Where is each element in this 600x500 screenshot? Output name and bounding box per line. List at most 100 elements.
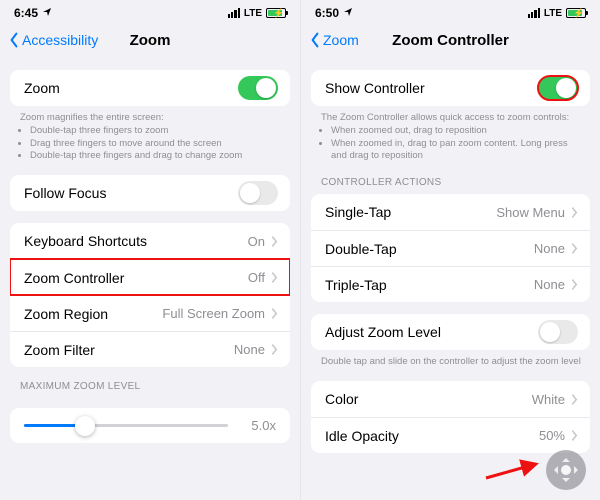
show-controller-toggle[interactable] (538, 76, 578, 100)
note-item: Double-tap three fingers to zoom (30, 125, 282, 138)
back-label: Zoom (323, 32, 359, 48)
group-zoom-toggle: Zoom (10, 70, 290, 106)
group-adjust-zoom: Adjust Zoom Level (311, 314, 590, 350)
status-bar: 6:50 LTE ⚡ (301, 0, 600, 22)
controller-note: The Zoom Controller allows quick access … (301, 106, 600, 163)
back-button[interactable]: Accessibility (8, 32, 98, 48)
row-single-tap[interactable]: Single-Tap Show Menu (311, 194, 590, 230)
row-label: Show Controller (325, 80, 538, 96)
note-title: The Zoom Controller allows quick access … (321, 112, 582, 125)
group-actions: Single-Tap Show Menu Double-Tap None Tri… (311, 194, 590, 302)
chevron-right-icon (571, 394, 578, 405)
row-label: Double-Tap (325, 241, 534, 257)
row-idle-opacity[interactable]: Idle Opacity 50% (311, 417, 590, 453)
row-double-tap[interactable]: Double-Tap None (311, 230, 590, 266)
signal-icon (528, 8, 540, 18)
phone-right: 6:50 LTE ⚡ Zoom Zoom Controller Show Con… (300, 0, 600, 500)
adjust-zoom-toggle[interactable] (538, 320, 578, 344)
row-label: Color (325, 391, 532, 407)
note-item: When zoomed out, drag to reposition (331, 125, 582, 138)
row-show-controller[interactable]: Show Controller (311, 70, 590, 106)
chevron-right-icon (571, 243, 578, 254)
group-show-controller: Show Controller (311, 70, 590, 106)
row-value: White (532, 392, 565, 407)
triangle-right-icon (574, 466, 582, 474)
row-label: Follow Focus (24, 185, 238, 201)
chevron-right-icon (271, 236, 278, 247)
network-label: LTE (244, 8, 262, 19)
status-time: 6:45 (14, 6, 38, 20)
location-icon (42, 7, 52, 20)
row-value: Show Menu (496, 205, 565, 220)
triangle-up-icon (562, 454, 570, 462)
chevron-right-icon (271, 344, 278, 355)
row-value: Off (248, 270, 265, 285)
triangle-left-icon (550, 466, 558, 474)
group-options: Keyboard Shortcuts On Zoom Controller Of… (10, 223, 290, 367)
note-title: Zoom magnifies the entire screen: (20, 112, 282, 125)
row-follow-focus[interactable]: Follow Focus (10, 175, 290, 211)
section-header-actions: CONTROLLER ACTIONS (301, 163, 600, 192)
network-label: LTE (544, 8, 562, 19)
row-label: Zoom (24, 80, 238, 96)
group-appearance: Color White Idle Opacity 50% (311, 381, 590, 453)
location-icon (343, 7, 353, 20)
chevron-right-icon (571, 279, 578, 290)
row-value: 50% (539, 428, 565, 443)
row-label: Idle Opacity (325, 428, 539, 444)
row-label: Adjust Zoom Level (325, 324, 538, 340)
slider-track[interactable] (24, 424, 228, 427)
row-keyboard-shortcuts[interactable]: Keyboard Shortcuts On (10, 223, 290, 259)
back-button[interactable]: Zoom (309, 32, 359, 48)
section-header-max-zoom: MAXIMUM ZOOM LEVEL (0, 367, 300, 396)
follow-focus-toggle[interactable] (238, 181, 278, 205)
zoom-note: Zoom magnifies the entire screen: Double… (0, 106, 300, 163)
back-label: Accessibility (22, 32, 98, 48)
controller-center-icon (561, 465, 571, 475)
note-item: When zoomed in, drag to pan zoom content… (331, 138, 582, 164)
row-label: Keyboard Shortcuts (24, 233, 248, 249)
row-triple-tap[interactable]: Triple-Tap None (311, 266, 590, 302)
row-value: None (534, 241, 565, 256)
status-time: 6:50 (315, 6, 339, 20)
chevron-right-icon (271, 272, 278, 283)
chevron-left-icon (8, 32, 20, 48)
triangle-down-icon (562, 478, 570, 486)
slider-value: 5.0x (238, 418, 276, 433)
row-zoom-region[interactable]: Zoom Region Full Screen Zoom (10, 295, 290, 331)
group-slider: 5.0x (10, 408, 290, 443)
battery-icon: ⚡ (266, 8, 286, 18)
row-value: Full Screen Zoom (162, 306, 265, 321)
status-bar: 6:45 LTE ⚡ (0, 0, 300, 22)
row-value: None (234, 342, 265, 357)
row-label: Zoom Region (24, 306, 162, 322)
group-follow-focus: Follow Focus (10, 175, 290, 211)
row-label: Triple-Tap (325, 277, 534, 293)
chevron-left-icon (309, 32, 321, 48)
adjust-note: Double tap and slide on the controller t… (301, 350, 600, 369)
row-value: On (248, 234, 265, 249)
row-label: Zoom Filter (24, 342, 234, 358)
row-color[interactable]: Color White (311, 381, 590, 417)
zoom-controller-widget[interactable] (546, 450, 586, 490)
row-zoom[interactable]: Zoom (10, 70, 290, 106)
slider-knob[interactable] (75, 416, 95, 436)
note-item: Double-tap three fingers and drag to cha… (30, 150, 282, 163)
phone-left: 6:45 LTE ⚡ Accessibility Zoom Zoom Zoom … (0, 0, 300, 500)
note-item: Drag three fingers to move around the sc… (30, 138, 282, 151)
annotation-arrow-icon (484, 458, 544, 482)
row-max-zoom-slider[interactable]: 5.0x (10, 408, 290, 443)
row-zoom-controller[interactable]: Zoom Controller Off (10, 259, 290, 295)
navbar: Zoom Zoom Controller (301, 22, 600, 58)
chevron-right-icon (271, 308, 278, 319)
navbar: Accessibility Zoom (0, 22, 300, 58)
row-label: Zoom Controller (24, 270, 248, 286)
row-value: None (534, 277, 565, 292)
row-adjust-zoom-level[interactable]: Adjust Zoom Level (311, 314, 590, 350)
chevron-right-icon (571, 430, 578, 441)
battery-icon: ⚡ (566, 8, 586, 18)
row-zoom-filter[interactable]: Zoom Filter None (10, 331, 290, 367)
chevron-right-icon (571, 207, 578, 218)
zoom-toggle[interactable] (238, 76, 278, 100)
row-label: Single-Tap (325, 204, 496, 220)
